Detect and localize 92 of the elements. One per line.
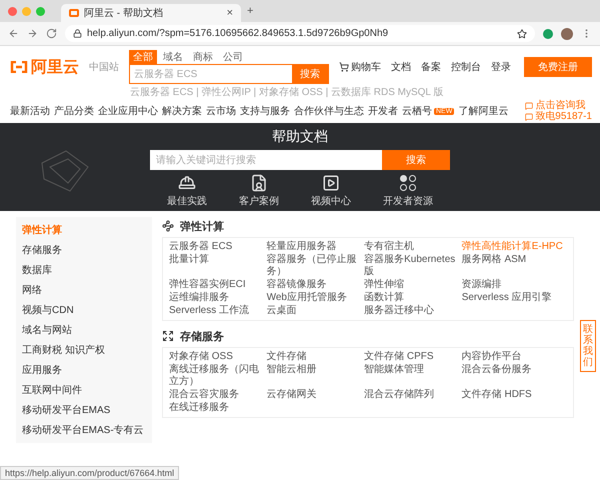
product-link[interactable]: Serverless 工作流 [169, 305, 261, 317]
product-link[interactable]: 混合云存储阵列 [364, 389, 456, 401]
header-link[interactable]: 购物车 [339, 60, 381, 74]
product-link[interactable]: 服务器迁移中心 [364, 305, 456, 317]
sidebar-item[interactable]: 数据库 [16, 261, 152, 281]
tab-title: 阿里云 - 帮助文档 [84, 6, 164, 20]
product-link[interactable]: 弹性伸缩 [364, 279, 456, 291]
status-url: https://help.aliyun.com/product/67664.html [0, 466, 180, 480]
product-link[interactable]: 云桌面 [266, 305, 358, 317]
shortcut-link[interactable]: 最佳实践 [167, 174, 207, 208]
product-link[interactable]: 云服务器 ECS [169, 241, 261, 253]
sidebar-item[interactable]: 域名与网站 [16, 321, 152, 341]
product-link[interactable]: 文件存储 HDFS [462, 389, 567, 401]
nav-item[interactable]: 云市场 [206, 104, 236, 118]
logo-icon [10, 61, 28, 73]
product-link[interactable]: 轻量应用服务器 [266, 241, 358, 253]
decoration-drawing [40, 149, 90, 193]
product-link[interactable]: 函数计算 [364, 292, 456, 304]
nav-item[interactable]: 解决方案 [162, 104, 202, 118]
shortcut-link[interactable]: 视频中心 [311, 174, 351, 208]
close-window-button[interactable] [8, 6, 17, 16]
shortcut-link[interactable]: 开发者资源 [383, 174, 433, 208]
back-icon[interactable] [8, 28, 19, 39]
search-tab[interactable]: 商标 [189, 50, 217, 64]
product-link[interactable]: 弹性容器实例ECI [169, 279, 261, 291]
section-title: 弹性计算 [180, 220, 224, 234]
sidebar-item[interactable]: 网络 [16, 281, 152, 301]
product-link[interactable]: 内容协作平台 [462, 351, 567, 363]
search-tab[interactable]: 域名 [159, 50, 187, 64]
sidebar-item[interactable]: 存储服务 [16, 241, 152, 261]
product-link[interactable]: 容器服务（已停止服务） [266, 254, 358, 278]
browser-tab[interactable]: 阿里云 - 帮助文档 × [61, 4, 241, 22]
nav-item[interactable]: 了解阿里云 [458, 104, 508, 118]
banner-title: 帮助文档 [272, 128, 328, 146]
nav-item[interactable]: 开发者 [368, 104, 398, 118]
new-tab-button[interactable]: + [247, 5, 254, 17]
reload-icon[interactable] [46, 28, 57, 39]
search-tab[interactable]: 公司 [219, 50, 247, 64]
product-link[interactable]: 运维编排服务 [169, 292, 261, 304]
product-link[interactable]: 混合云备份服务 [462, 364, 567, 388]
lock-icon [73, 29, 82, 38]
product-link[interactable]: 文件存储 CPFS [364, 351, 456, 363]
product-link[interactable]: 离线迁移服务（闪电立方） [169, 364, 261, 388]
sidebar-item[interactable]: 工商财税 知识产权 [16, 341, 152, 361]
hot-words: 云服务器 ECS | 弹性公网IP | 对象存储 OSS | 云数据库 RDS MySQL 版 [130, 86, 444, 99]
forward-icon[interactable] [27, 28, 38, 39]
helmet-icon [178, 174, 196, 192]
section-title: 存储服务 [180, 330, 224, 344]
header-link[interactable]: 控制台 [451, 60, 481, 74]
chat-icon [525, 112, 534, 120]
product-link[interactable]: 资源编排 [462, 279, 567, 291]
product-link[interactable]: 容器镜像服务 [266, 279, 358, 291]
product-link[interactable]: 对象存储 OSS [169, 351, 261, 363]
star-icon[interactable] [517, 28, 527, 38]
header-link[interactable]: 登录 [491, 60, 511, 74]
sidebar-item[interactable]: 移动研发平台EMAS [16, 401, 152, 421]
circles-icon [399, 174, 417, 192]
extension-icon[interactable] [543, 28, 553, 38]
document-person-icon [250, 174, 268, 192]
product-link[interactable]: Web应用托管服务 [266, 292, 358, 304]
sidebar-item[interactable]: 视频与CDN [16, 301, 152, 321]
expand-icon [162, 330, 174, 342]
product-link[interactable]: Serverless 应用引擎 [462, 292, 567, 304]
sidebar-item[interactable]: 移动研发平台EMAS-专有云 [16, 421, 152, 441]
sidebar-item[interactable]: 互联网中间件 [16, 381, 152, 401]
nav-item[interactable]: 最新活动 [10, 104, 50, 118]
nav-item[interactable]: 支持与服务 [240, 104, 290, 118]
header-link[interactable]: 备案 [421, 60, 441, 74]
network-icon [162, 220, 174, 232]
product-link[interactable]: 智能云相册 [266, 364, 358, 388]
tab-close-button[interactable]: × [226, 7, 233, 19]
address-bar[interactable]: help.aliyun.com/?spm=5176.10695662.849653.1.5d9726b9Gp0Nh9 [65, 25, 535, 42]
header-link[interactable]: 文档 [391, 60, 411, 74]
play-icon [322, 174, 340, 192]
nav-item[interactable]: 合作伙伴与生态 [294, 104, 364, 118]
product-link[interactable]: 专有宿主机 [364, 241, 456, 253]
product-link[interactable]: 智能媒体管理 [364, 364, 456, 388]
product-link[interactable]: 在线迁移服务 [169, 402, 261, 414]
product-link[interactable]: 批量计算 [169, 254, 261, 278]
product-link[interactable]: 服务网格 ASM [462, 254, 567, 278]
chat-icon [525, 102, 534, 110]
shortcut-link[interactable]: 客户案例 [239, 174, 279, 208]
nav-item[interactable]: 企业应用中心 [98, 104, 158, 118]
favicon-icon [69, 9, 79, 17]
product-link[interactable]: 容器服务Kubernetes版 [364, 254, 456, 278]
avatar-icon[interactable] [561, 28, 573, 40]
product-link[interactable]: 混合云容灾服务 [169, 389, 261, 401]
sidebar-item[interactable]: 应用服务 [16, 361, 152, 381]
product-link[interactable]: 云存储网关 [266, 389, 358, 401]
product-link[interactable]: 文件存储 [266, 351, 358, 363]
nav-item[interactable]: 产品分类 [54, 104, 94, 118]
cart-icon [339, 62, 349, 72]
